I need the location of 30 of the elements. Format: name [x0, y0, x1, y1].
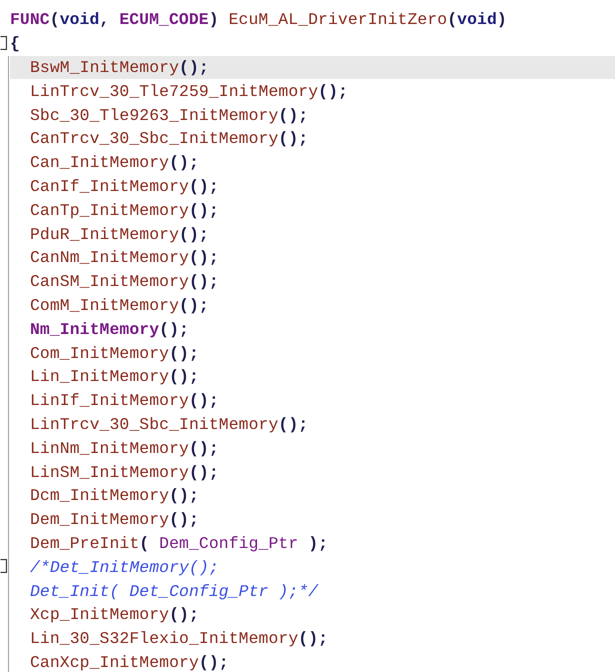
code-line: Lin_30_S32Flexio_InitMemory(); — [30, 629, 328, 648]
code-line: CanTp_InitMemory(); — [30, 200, 219, 220]
code-line: LinTrcv_30_Sbc_InitMemory(); — [30, 414, 308, 434]
fold-marker-icon[interactable] — [0, 36, 7, 50]
code-line: BswM_InitMemory(); — [30, 58, 209, 77]
code-line: LinIf_InitMemory(); — [30, 391, 219, 410]
code-line: LinNm_InitMemory(); — [30, 438, 219, 458]
code-line: Xcp_InitMemory(); — [30, 605, 199, 624]
code-line: CanXcp_InitMemory(); — [30, 652, 229, 672]
code-line: CanNm_InitMemory(); — [30, 248, 219, 268]
code-line: Sbc_30_Tle9263_InitMemory(); — [30, 106, 308, 125]
code-line: Dcm_InitMemory(); — [30, 486, 199, 506]
code-line: FUNC(void, ECUM_CODE) EcuM_AL_DriverInitZero(void) — [10, 10, 507, 30]
code-line: LinSM_InitMemory(); — [30, 462, 219, 482]
code-line: CanTrcv_30_Sbc_InitMemory(); — [30, 129, 308, 148]
code-line: LinTrcv_30_Tle7259_InitMemory(); — [30, 82, 348, 101]
fold-marker-icon[interactable] — [0, 559, 7, 574]
code-line: Nm_InitMemory(); — [30, 320, 189, 339]
code-line: PduR_InitMemory(); — [30, 224, 209, 244]
code-line: Dem_InitMemory(); — [30, 510, 199, 530]
code-line: ComM_InitMemory(); — [30, 296, 209, 315]
code-line: CanIf_InitMemory(); — [30, 176, 219, 196]
code-line: Com_InitMemory(); — [30, 344, 199, 363]
code-line: Det_Init( Det_Config_Ptr );*/ — [30, 582, 318, 601]
code-line: Lin_InitMemory(); — [30, 367, 199, 386]
code-line: { — [10, 34, 20, 54]
code-line: Can_InitMemory(); — [30, 153, 199, 172]
code-line: Dem_PreInit( Dem_Config_Ptr ); — [30, 534, 328, 553]
code-line: /*Det_InitMemory(); — [30, 558, 219, 577]
code-line: CanSM_InitMemory(); — [30, 272, 219, 292]
